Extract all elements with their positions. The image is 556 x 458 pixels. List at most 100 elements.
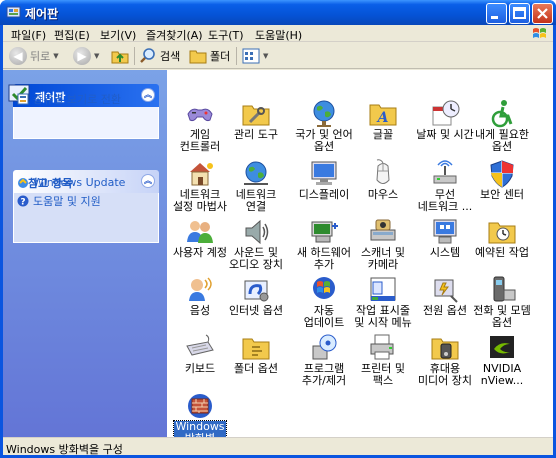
printer-icon (370, 334, 394, 360)
cp-item-label: 사용자 계정 (172, 247, 228, 259)
views-button[interactable]: ▼ (242, 46, 268, 66)
help-support-link[interactable]: ? 도움말 및 지원 (17, 193, 101, 209)
menu-tools[interactable]: 도구(T) (208, 27, 244, 43)
cp-item-label: 보안 센터 (479, 189, 525, 201)
cp-item[interactable]: 내게 필요한 옵션 (469, 98, 535, 153)
menu-file[interactable]: 파일(F) (11, 27, 46, 43)
cp-item-label: 휴대용 미디어 장치 (417, 363, 473, 387)
cp-item[interactable]: 예약된 작업 (469, 216, 535, 259)
cp-item-label-line1: 키보드 (184, 362, 216, 375)
scanner-camera-icon (370, 219, 396, 241)
cp-item-label-line1: 마우스 (367, 188, 399, 201)
game-controller-icon (187, 108, 213, 122)
mouse-icon (376, 159, 390, 184)
cp-item[interactable]: 디스플레이 (291, 158, 357, 201)
cp-item-label-line1: 보안 센터 (480, 188, 524, 201)
cp-item-label: 자동 업데이트 (303, 305, 345, 329)
cp-item-label-line1: 음성 (189, 304, 211, 317)
close-button[interactable] (532, 3, 553, 24)
add-hardware-icon (311, 221, 338, 243)
firewall-icon (188, 394, 212, 418)
forward-button[interactable]: ▶ ▼ (73, 46, 99, 66)
cp-item[interactable]: 자동 업데이트 (291, 274, 357, 329)
cp-item-label-line2: 업데이트 (303, 316, 345, 329)
cp-item-label: 음성 (189, 305, 211, 317)
folders-button[interactable]: 폴더 (189, 46, 230, 66)
title-bar[interactable]: 제어판 (0, 0, 556, 25)
svg-text:A: A (376, 110, 389, 126)
cp-item[interactable]: 마우스 (350, 158, 416, 201)
collapse-icon[interactable]: ︽ (141, 174, 155, 188)
clock-icon (432, 100, 460, 126)
cp-item[interactable]: 프린터 및 팩스 (350, 332, 416, 387)
search-button[interactable]: 검색 (139, 46, 180, 66)
cp-item-label: 글꼴 (372, 129, 394, 141)
cp-item-label: 국가 및 언어 옵션 (294, 129, 354, 153)
cp-item[interactable]: A 글꼴 (350, 98, 416, 141)
cp-item-label-line1: 날짜 및 시간 (416, 128, 474, 141)
folders-icon (189, 50, 207, 64)
folders-label: 폴더 (210, 50, 231, 63)
menu-edit[interactable]: 편집(E) (54, 27, 90, 43)
windows-update-icon (18, 177, 28, 188)
help-support-label: 도움말 및 지원 (33, 195, 101, 208)
minimize-button[interactable] (486, 3, 507, 24)
up-folder-icon[interactable] (110, 46, 130, 66)
cp-item[interactable]: 국가 및 언어 옵션 (291, 98, 357, 153)
cp-item-label: 무선 네트워크 ... (417, 189, 473, 213)
power-options-icon (434, 279, 458, 303)
cp-item-label-line2: 추가 (313, 258, 335, 271)
views-dropdown-icon[interactable]: ▼ (263, 52, 268, 60)
cp-item[interactable]: 인터넷 옵션 (223, 274, 289, 317)
forward-dropdown-icon[interactable]: ▼ (94, 52, 99, 60)
cp-item[interactable]: 새 하드웨어 추가 (291, 216, 357, 271)
cp-item-label: 네트워크 연결 (235, 189, 277, 213)
cp-item[interactable]: 사운드 및 오디오 장치 (223, 216, 289, 271)
cp-item-label: 전원 옵션 (422, 305, 468, 317)
cp-item[interactable]: 작업 표시줄 및 시작 메뉴 (350, 274, 416, 329)
switch-view-label: 종류별 보기로 전환 (33, 93, 121, 106)
help-icon: ? (17, 195, 29, 207)
cp-item[interactable]: 보안 센터 (469, 158, 535, 201)
search-icon (140, 48, 155, 63)
back-label: 뒤로 (30, 50, 51, 63)
nvidia-icon (490, 336, 514, 358)
cp-item[interactable]: 관리 도구 (223, 98, 289, 141)
automatic-updates-icon (313, 277, 335, 299)
control-panel-icon (6, 6, 21, 18)
search-label: 검색 (160, 50, 181, 63)
cp-item-label: 키보드 (184, 363, 216, 375)
back-button[interactable]: ◀ 뒤로 ▼ (9, 46, 59, 66)
cp-item-label-line2: 네트워크 ... (417, 200, 473, 213)
toolbar-separator (134, 47, 135, 65)
collapse-icon[interactable]: ︽ (141, 88, 155, 102)
users-icon (187, 221, 213, 243)
taskbar-icon (370, 277, 396, 301)
back-arrow-icon: ◀ (9, 47, 27, 65)
maximize-button[interactable] (509, 3, 530, 24)
maximize-icon (513, 7, 526, 19)
cp-item[interactable]: 스캐너 및 카메라 (350, 216, 416, 271)
cp-item[interactable]: 전화 및 모뎀 옵션 (469, 274, 535, 329)
menu-view[interactable]: 보기(V) (100, 27, 136, 43)
cp-item-label-line2: 미디어 장치 (417, 374, 473, 387)
cp-item-label-line2: 연결 (245, 200, 267, 213)
status-text: Windows 방화벽을 구성 (6, 443, 123, 456)
cp-item[interactable]: 네트워크 연결 (223, 158, 289, 213)
accessibility-icon (491, 100, 513, 128)
back-dropdown-icon[interactable]: ▼ (53, 52, 58, 60)
cp-item-label-line2: 카메라 (367, 258, 399, 271)
cp-item[interactable]: 폴더 옵션 (223, 332, 289, 375)
window-title: 제어판 (25, 7, 59, 21)
wireless-network-icon (433, 160, 457, 184)
windows-update-link[interactable]: Windows Update (17, 176, 125, 189)
cp-item[interactable]: 프로그램 추가/제거 (291, 332, 357, 387)
cp-item-label: 시스템 (429, 247, 461, 259)
status-bar: Windows 방화벽을 구성 (3, 437, 553, 456)
cp-item[interactable]: NVIDIA nView... (469, 332, 535, 387)
folder-options-icon (242, 338, 270, 360)
menu-help[interactable]: 도움말(H) (255, 27, 302, 43)
portable-media-icon (431, 338, 459, 360)
menu-favorites[interactable]: 즐겨찾기(A) (146, 27, 203, 43)
switch-to-category-view-link[interactable]: 종류별 보기로 전환 (17, 91, 121, 107)
